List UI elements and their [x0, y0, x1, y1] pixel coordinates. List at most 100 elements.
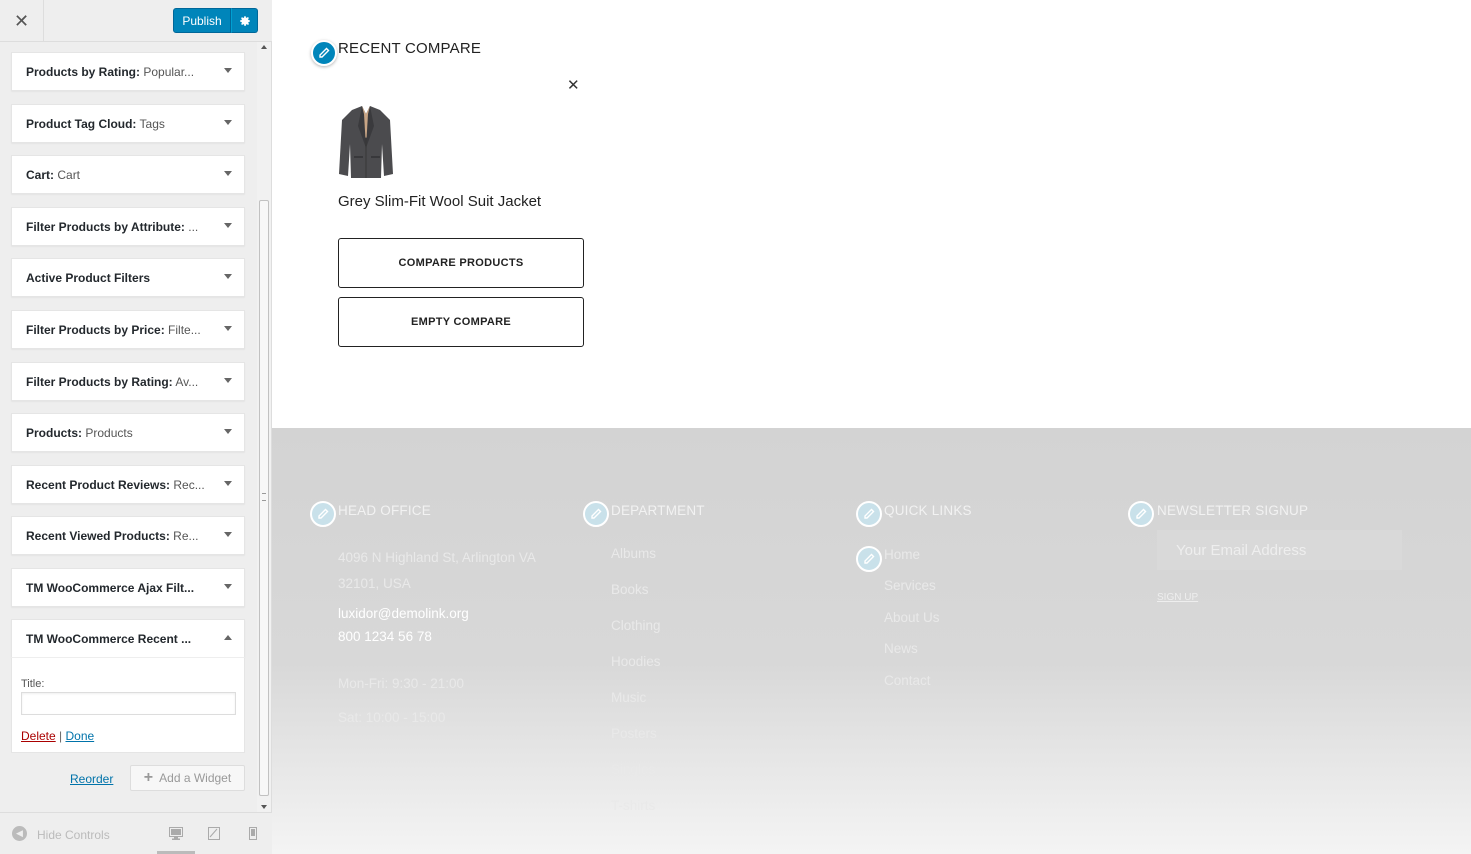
widget-name: Filter Products by Rating:	[26, 375, 173, 389]
widget-filter-by-attribute[interactable]: Filter Products by Attribute: ...	[11, 207, 245, 246]
desktop-preview-icon[interactable]	[169, 827, 183, 840]
opening-hours-saturday: Sat: 10:00 - 15:00	[338, 710, 446, 725]
widget-name: Recent Viewed Products:	[26, 529, 170, 543]
quick-link-news[interactable]: News	[884, 641, 918, 656]
widget-name: Filter Products by Price:	[26, 323, 165, 337]
remove-compare-item-icon[interactable]: ✕	[567, 76, 580, 94]
widget-name: Active Product Filters	[26, 271, 151, 285]
edit-compare-widget-button[interactable]	[311, 40, 337, 66]
plus-icon: +	[143, 769, 154, 786]
publish-settings-button[interactable]	[231, 8, 258, 33]
widget-tm-ajax-filter[interactable]: TM WooCommerce Ajax Filt...	[11, 568, 245, 607]
customizer-footer: ◀ Hide Controls	[0, 812, 272, 854]
widget-filter-by-price[interactable]: Filter Products by Price: Filte...	[11, 310, 245, 349]
newsletter-signup-button[interactable]: SIGN UP	[1157, 592, 1198, 603]
scroll-thumb[interactable]	[259, 200, 269, 796]
widget-name: TM WooCommerce Recent ...	[26, 632, 192, 646]
chevron-down-icon[interactable]	[224, 171, 232, 176]
department-link-clothing[interactable]: Clothing	[611, 618, 661, 633]
widget-name: Product Tag Cloud:	[26, 117, 137, 131]
department-link-albums[interactable]: Albums	[611, 546, 656, 561]
reorder-link[interactable]: Reorder	[70, 772, 113, 786]
chevron-down-icon[interactable]	[224, 274, 232, 279]
widget-actions: Delete | Done	[21, 729, 94, 743]
department-title: DEPARTMENT	[611, 503, 705, 518]
widget-name: TM WooCommerce Ajax Filt...	[26, 581, 195, 595]
widget-subtitle: Tags	[136, 117, 165, 131]
chevron-down-icon[interactable]	[224, 68, 232, 73]
widget-recent-product-reviews[interactable]: Recent Product Reviews: Rec...	[11, 465, 245, 504]
gear-icon	[239, 15, 250, 26]
newsletter-email-input[interactable]: Your Email Address	[1157, 530, 1402, 570]
add-widget-button[interactable]: + Add a Widget	[130, 765, 245, 791]
chevron-up-icon[interactable]	[224, 635, 232, 640]
widget-tm-recent-compare[interactable]: TM WooCommerce Recent ...	[11, 619, 245, 658]
widget-product-tag-cloud[interactable]: Product Tag Cloud: Tags	[11, 104, 245, 143]
quick-link-about-us[interactable]: About Us	[884, 610, 940, 625]
chevron-down-icon[interactable]	[224, 584, 232, 589]
publish-button[interactable]: Publish	[173, 8, 231, 33]
widget-name: Recent Product Reviews:	[26, 478, 171, 492]
quick-link-services[interactable]: Services	[884, 578, 936, 593]
mobile-preview-icon[interactable]	[246, 827, 260, 840]
chevron-down-icon[interactable]	[224, 223, 232, 228]
department-link-tshirts[interactable]: T-shirts	[611, 798, 655, 813]
action-separator: |	[55, 729, 66, 743]
sidebar-scrollbar[interactable]	[257, 42, 271, 812]
pencil-icon	[1136, 508, 1147, 519]
chevron-down-icon[interactable]	[224, 378, 232, 383]
widget-products-by-rating[interactable]: Products by Rating: Popular...	[11, 52, 245, 91]
hide-controls-button[interactable]: Hide Controls	[37, 828, 110, 842]
edit-quick-links-button[interactable]	[856, 501, 882, 527]
delete-widget-link[interactable]: Delete	[21, 729, 56, 743]
department-link-books[interactable]: Books	[611, 582, 649, 597]
department-link-singles[interactable]: Singles	[611, 762, 655, 777]
quick-link-contact[interactable]: Contact	[884, 673, 931, 688]
chevron-down-icon[interactable]	[224, 429, 232, 434]
widget-subtitle: Cart	[54, 168, 81, 182]
widget-name: Products:	[26, 426, 83, 440]
collapse-arrow-icon[interactable]: ◀	[12, 826, 27, 841]
edit-department-button[interactable]	[583, 501, 609, 527]
done-link[interactable]: Done	[65, 729, 94, 743]
product-thumbnail[interactable]	[338, 104, 394, 180]
add-widget-label: Add a Widget	[159, 771, 232, 785]
widget-subtitle: ...	[184, 220, 199, 234]
chevron-down-icon[interactable]	[224, 326, 232, 331]
compare-products-button[interactable]: COMPARE PRODUCTS	[338, 238, 584, 288]
product-name[interactable]: Grey Slim-Fit Wool Suit Jacket	[338, 193, 541, 210]
department-link-posters[interactable]: Posters	[611, 726, 657, 741]
pencil-icon	[318, 508, 329, 519]
head-office-title: HEAD OFFICE	[338, 503, 431, 518]
chevron-down-icon[interactable]	[224, 481, 232, 486]
empty-compare-button[interactable]: EMPTY COMPARE	[338, 297, 584, 347]
widget-products[interactable]: Products: Products	[11, 413, 245, 452]
scroll-up-arrow-icon[interactable]	[261, 45, 267, 49]
widget-subtitle: Popular...	[140, 65, 195, 79]
edit-head-office-button[interactable]	[310, 501, 336, 527]
department-link-hoodies[interactable]: Hoodies	[611, 654, 661, 669]
edit-quick-links-menu-button[interactable]	[856, 546, 882, 572]
pencil-icon	[864, 553, 875, 564]
title-label: Title:	[21, 678, 45, 690]
contact-phone[interactable]: 800 1234 56 78	[338, 629, 432, 644]
chevron-down-icon[interactable]	[224, 532, 232, 537]
site-footer: HEAD OFFICE 4096 N Highland St, Arlingto…	[272, 428, 1471, 854]
scroll-down-arrow-icon[interactable]	[261, 805, 267, 809]
widget-recent-viewed-products[interactable]: Recent Viewed Products: Re...	[11, 516, 245, 555]
widget-active-product-filters[interactable]: Active Product Filters	[11, 258, 245, 297]
publish-group: Publish	[173, 8, 258, 33]
tablet-preview-icon[interactable]	[207, 827, 221, 840]
widget-subtitle: Av...	[172, 375, 199, 389]
quick-link-home[interactable]: Home	[884, 547, 920, 562]
widget-cart[interactable]: Cart: Cart	[11, 155, 245, 194]
edit-newsletter-button[interactable]	[1128, 501, 1154, 527]
department-link-music[interactable]: Music	[611, 690, 646, 705]
close-customizer-button[interactable]: ✕	[0, 0, 44, 42]
contact-email[interactable]: luxidor@demolink.org	[338, 606, 469, 621]
chevron-down-icon[interactable]	[224, 120, 232, 125]
widget-subtitle: Filte...	[164, 323, 201, 337]
widget-filter-by-rating[interactable]: Filter Products by Rating: Av...	[11, 362, 245, 401]
customizer-header: ✕ Publish	[0, 0, 272, 42]
title-input[interactable]	[21, 692, 236, 715]
